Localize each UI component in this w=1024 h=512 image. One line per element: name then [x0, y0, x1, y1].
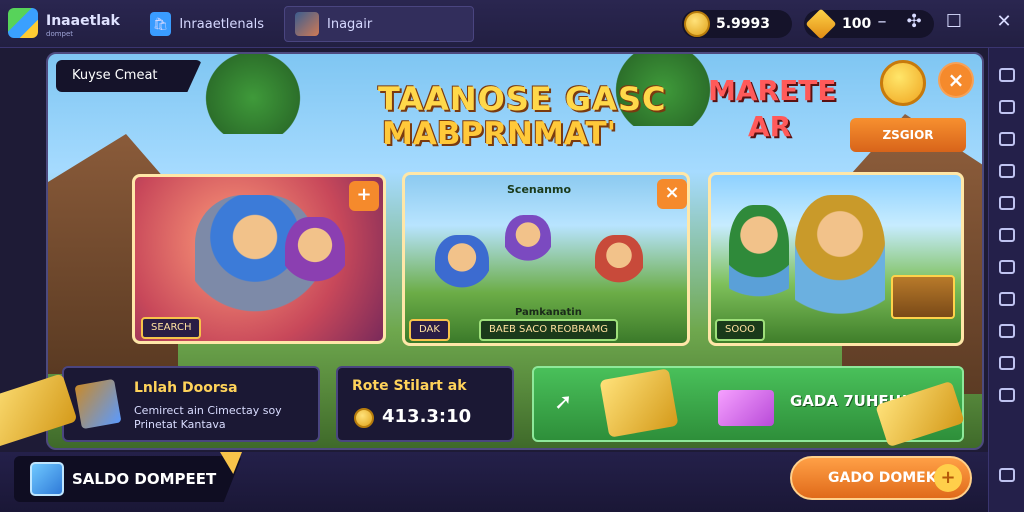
info-sub-2: Prinetat Kantava	[134, 418, 226, 431]
macro-icon[interactable]	[999, 356, 1015, 370]
potion-icon	[74, 378, 122, 430]
location-icon[interactable]	[999, 324, 1015, 338]
game-thumbnail-icon	[295, 12, 319, 36]
screenshot-icon[interactable]	[999, 164, 1015, 178]
cube-icon	[30, 462, 64, 496]
coin-icon	[684, 11, 710, 37]
title-bar: Inaaetlak dompet 🛍 Inraaetlenals Inagair…	[0, 0, 1024, 48]
card-footer-right: BAEB SACO REOBRAMG	[479, 319, 619, 341]
plus-icon: +	[934, 464, 962, 492]
market-title-line1: MARETE	[708, 74, 837, 107]
info-sub-1: Cemirect ain Cimectay soy	[134, 404, 282, 417]
gem-icon	[805, 8, 837, 40]
card-tag: SOOO	[715, 319, 765, 341]
more-icon[interactable]	[999, 388, 1015, 402]
close-banner-button[interactable]: ×	[938, 62, 974, 98]
volume-icon[interactable]	[999, 132, 1015, 146]
card-tag: SEARCH	[141, 317, 202, 339]
register-button[interactable]: ZSGIOR	[850, 118, 966, 152]
knight-image	[435, 235, 489, 299]
coin-icon	[354, 408, 374, 428]
headline-line1: TAANOSE GASC	[378, 80, 667, 118]
palm-image	[198, 54, 308, 134]
banner-badge: Kuyse Cmeat	[56, 60, 202, 92]
battle-scene-card[interactable]: Scenanmo × Pamkanatin DAK BAEB SACO REOB…	[402, 172, 690, 346]
wallet-bar[interactable]: SALDO DOMPEET	[14, 456, 242, 502]
card-footer-left: DAK	[409, 319, 450, 341]
market-title-line2: AR	[748, 110, 792, 143]
hero-card-robot[interactable]: + SEARCH	[132, 174, 386, 344]
rotate-icon[interactable]	[999, 260, 1015, 274]
timer-title: Rote Stilart ak	[352, 378, 467, 394]
coin-icon	[880, 60, 926, 106]
tab-store-label: Inraaetlenals	[179, 16, 264, 32]
warrior-image	[595, 235, 643, 293]
app-title: Inaaetlak	[46, 13, 120, 29]
pin-icon[interactable]: ✣	[904, 12, 924, 32]
treasure-chest-icon	[891, 275, 955, 319]
minimize-icon[interactable]: –	[872, 12, 892, 32]
gem-value: 100	[842, 16, 872, 32]
coin-value: 5.9993	[716, 16, 771, 32]
arrow-right-icon: ➚	[554, 390, 573, 415]
keyboard-icon[interactable]	[999, 68, 1015, 82]
timer-panel: Rote Stilart ak 413.3:10	[336, 366, 514, 442]
close-icon[interactable]: ✕	[994, 12, 1014, 32]
tab-store[interactable]: 🛍 Inraaetlenals	[140, 6, 274, 42]
gold-chest-icon	[599, 368, 679, 438]
game-banner: Kuyse Cmeat TAANOSE GASC MABPRNMAT' MARE…	[46, 52, 984, 450]
screen-icon[interactable]	[999, 100, 1015, 114]
info-panel[interactable]: Lnlah Doorsa Cemirect ain Cimectay soy P…	[62, 366, 320, 442]
maximize-icon[interactable]: ☐	[944, 12, 964, 32]
card-title: Scenanmo	[507, 183, 572, 196]
shake-icon[interactable]	[999, 292, 1015, 306]
tab-game-label: Inagair	[327, 16, 373, 32]
info-title: Lnlah Doorsa	[134, 380, 238, 396]
app-subtitle: dompet	[46, 30, 74, 38]
app-logo-icon	[8, 8, 38, 38]
right-toolbar	[988, 48, 1024, 512]
app-store-icon: 🛍	[150, 12, 172, 36]
tab-game[interactable]: Inagair	[284, 6, 474, 42]
girl-hero-image	[795, 195, 885, 325]
heroes-treasure-card[interactable]: SOOO	[708, 172, 964, 346]
card-close-button[interactable]: ×	[657, 179, 687, 209]
back-icon[interactable]	[999, 468, 1015, 482]
cta-label: GADO DOMEKI	[828, 470, 942, 486]
card-caption: Pamkanatin	[515, 307, 582, 318]
ninja-hero-image	[285, 217, 345, 297]
bottom-bar: SALDO DOMPEET GADO DOMEKI +	[0, 452, 988, 512]
wallet-cta-button[interactable]: GADO DOMEKI +	[790, 456, 972, 500]
timer-value: 413.3:10	[382, 406, 472, 427]
folder-icon[interactable]	[999, 228, 1015, 242]
explorer-hero-image	[729, 205, 789, 305]
headline-line2: MABPRNMAT'	[382, 116, 617, 152]
card-plus-button[interactable]: +	[349, 181, 379, 211]
gift-box-icon	[718, 390, 774, 426]
coin-balance[interactable]: 5.9993	[682, 10, 792, 38]
record-icon[interactable]	[999, 196, 1015, 210]
mage-image	[505, 215, 551, 271]
wallet-label: SALDO DOMPEET	[72, 470, 217, 488]
